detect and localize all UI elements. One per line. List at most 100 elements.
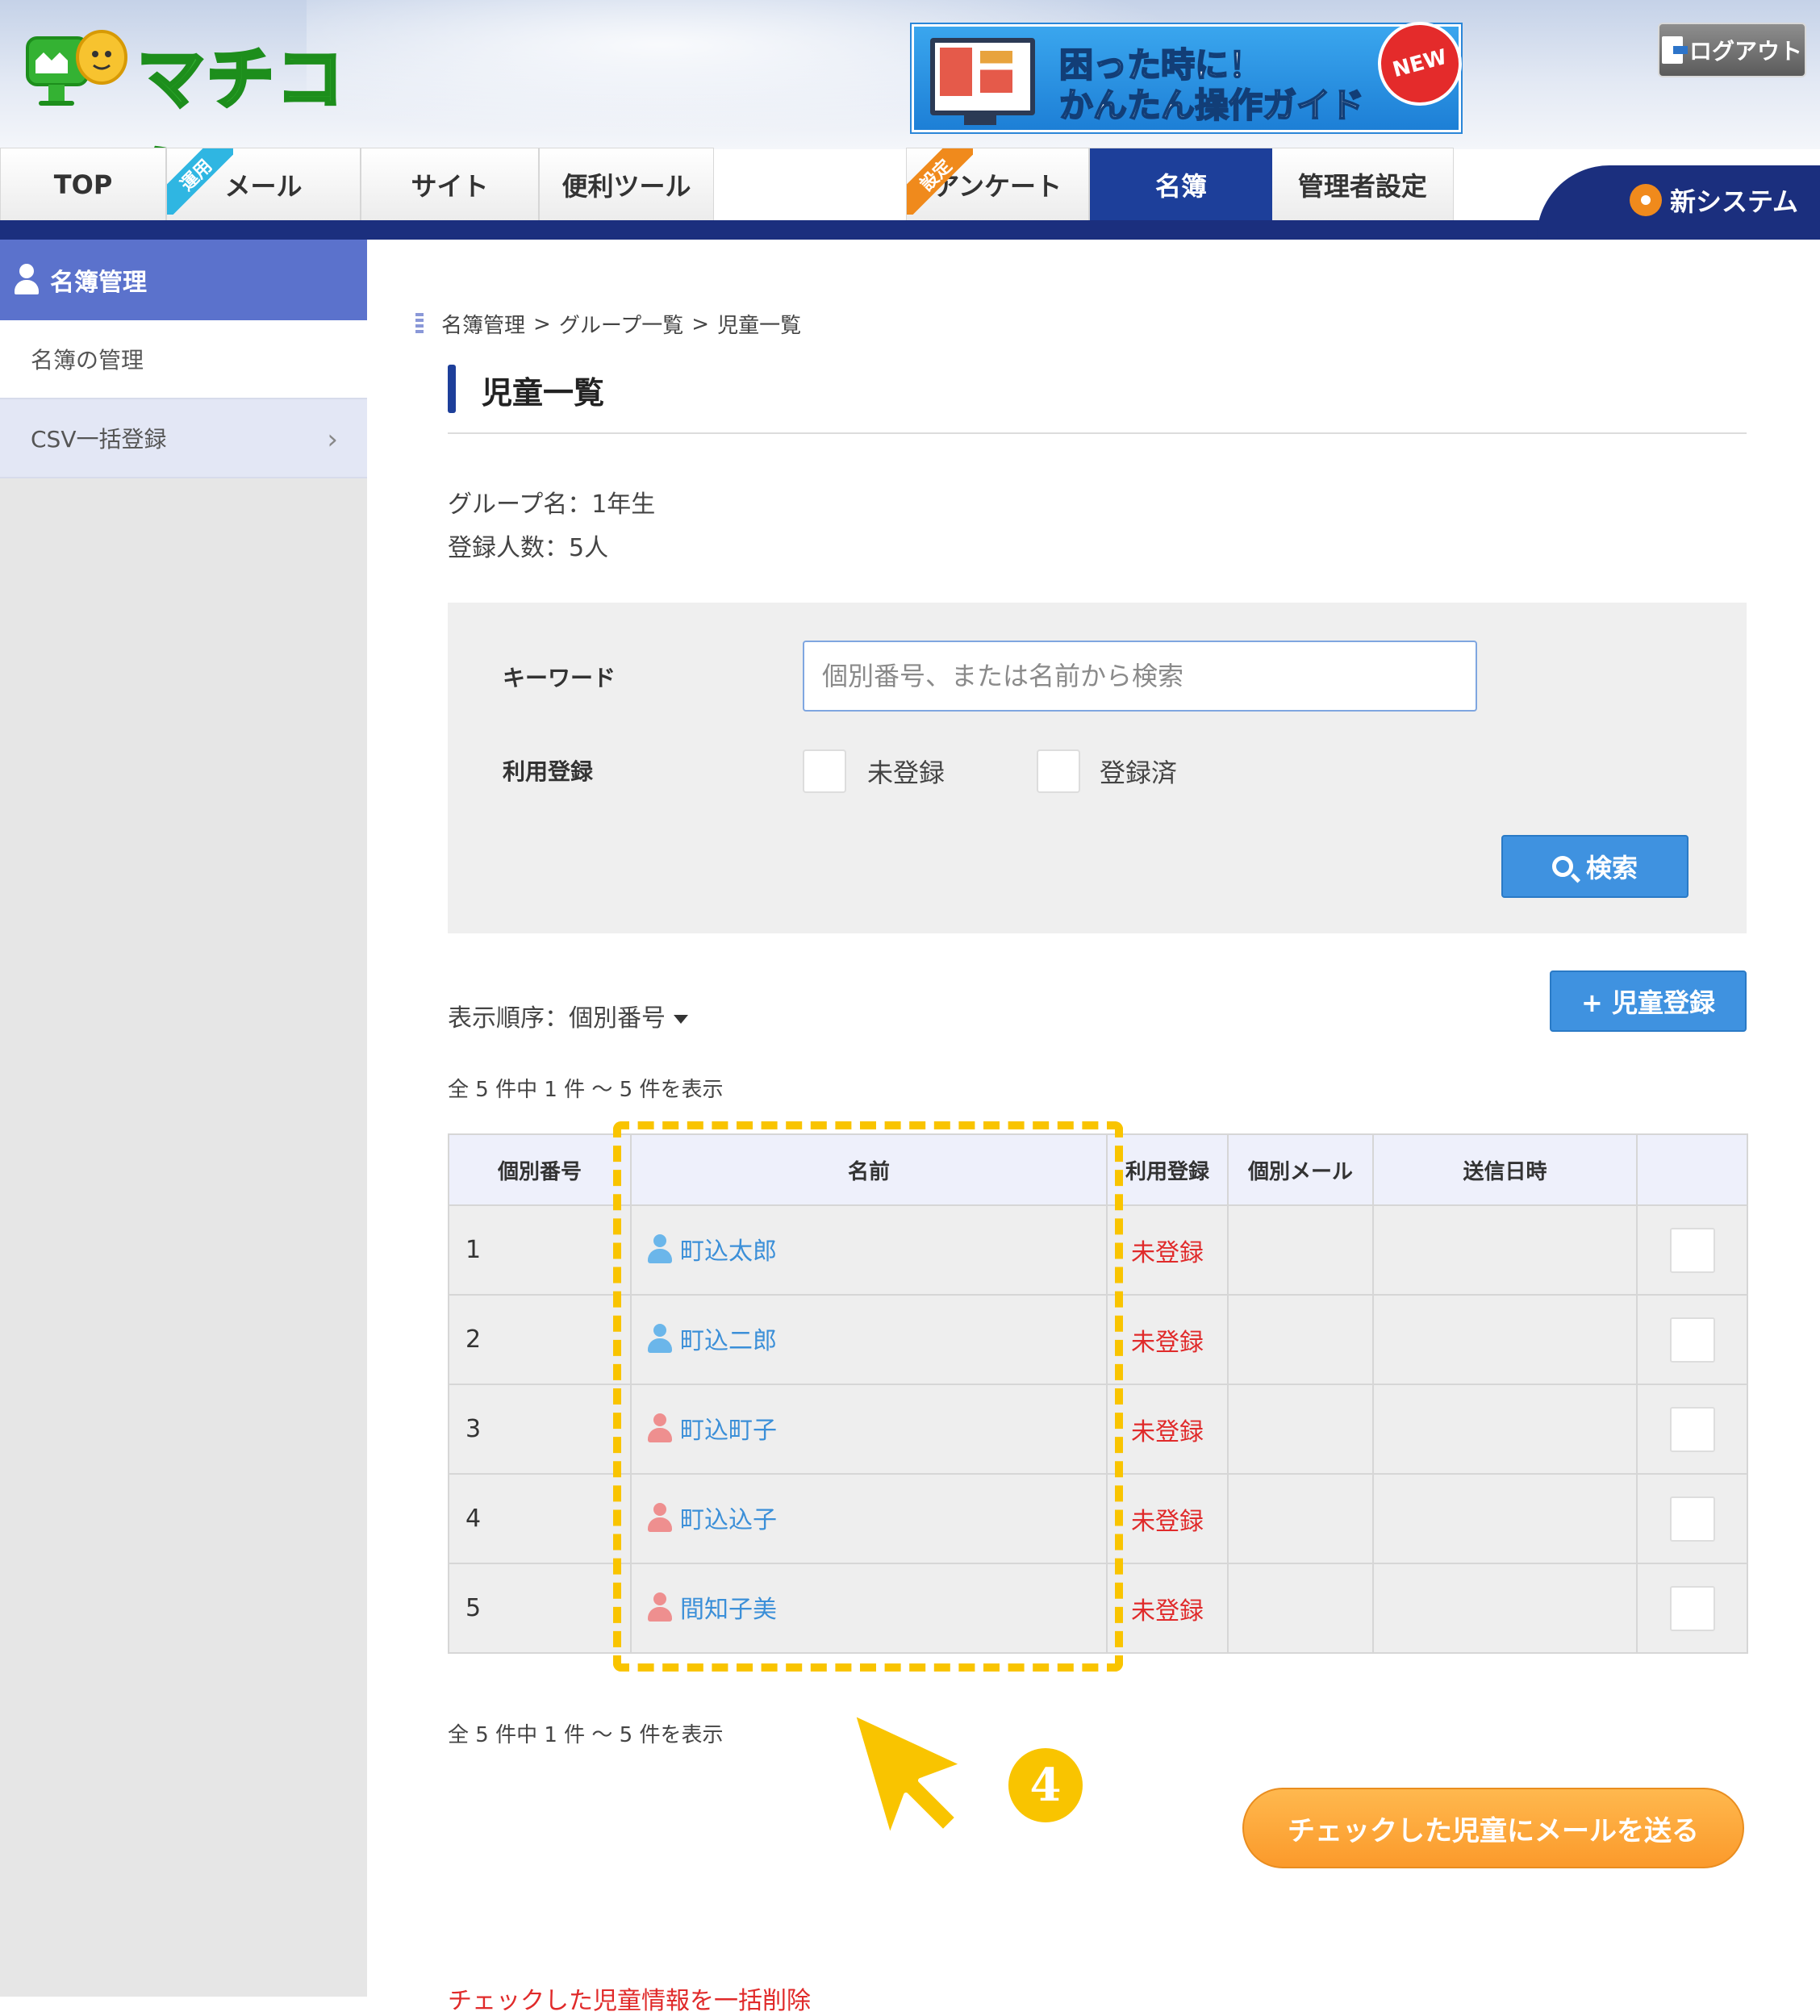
app-logo[interactable]: マチコミ bbox=[24, 20, 403, 149]
sort-order-label: 表示順序：個別番号 bbox=[448, 1004, 666, 1033]
step-number-badge: 4 bbox=[1008, 1748, 1083, 1822]
row-select-checkbox[interactable] bbox=[1669, 1585, 1715, 1631]
cell-number: 4 bbox=[448, 1473, 632, 1564]
cell-name: 間知子美 bbox=[630, 1563, 1108, 1654]
person-icon bbox=[648, 1502, 672, 1532]
breadcrumb-item-roster[interactable]: 名簿管理 bbox=[441, 309, 525, 339]
tab-mail-label: メール bbox=[224, 171, 303, 202]
cell-usage-status: 未登録 bbox=[1106, 1473, 1229, 1564]
sidebar-item-csv-import[interactable]: CSV一括登録 › bbox=[0, 399, 367, 478]
tab-top[interactable]: TOP bbox=[1, 148, 168, 221]
caret-down-icon bbox=[674, 1015, 688, 1024]
student-name-link[interactable]: 町込太郎 bbox=[648, 1231, 777, 1267]
logo-text: マチコミ bbox=[136, 38, 346, 149]
operation-guide-banner[interactable]: 困った時に！ かんたん操作ガイド NEW bbox=[912, 12, 1471, 132]
breadcrumb-item-groups[interactable]: グループ一覧 bbox=[559, 309, 683, 339]
person-icon bbox=[13, 264, 40, 296]
column-header-usage[interactable]: 利用登録 bbox=[1106, 1133, 1229, 1206]
table-row: 1 町込太郎 未登録 bbox=[448, 1204, 1748, 1296]
header: マチコミ 困った時に！ かんたん操作ガイド NEW ログアウト bbox=[0, 0, 1820, 149]
row-select-checkbox[interactable] bbox=[1669, 1317, 1715, 1363]
breadcrumb-separator: > bbox=[691, 311, 710, 336]
registered-checkbox[interactable] bbox=[1037, 749, 1080, 793]
student-name: 町込二郎 bbox=[680, 1326, 777, 1355]
cell-sent-at bbox=[1372, 1294, 1638, 1385]
sort-order-dropdown[interactable]: 表示順序：個別番号 bbox=[448, 998, 688, 1033]
cell-select bbox=[1636, 1384, 1748, 1475]
page-header: 児童一覧 bbox=[448, 365, 1747, 434]
row-select-checkbox[interactable] bbox=[1669, 1406, 1715, 1452]
registered-option-label[interactable]: 登録済 bbox=[1100, 753, 1177, 790]
table-header-row: 個別番号 名前 利用登録 個別メール 送信日時 bbox=[448, 1133, 1748, 1206]
student-name-link[interactable]: 町込町子 bbox=[648, 1410, 777, 1446]
send-mail-to-checked-button[interactable]: チェックした児童にメールを送る bbox=[1242, 1788, 1744, 1868]
registered-count: 登録人数：5人 bbox=[448, 534, 609, 562]
logout-button[interactable]: ログアウト bbox=[1658, 23, 1806, 77]
table-row: 3 町込町子 未登録 bbox=[448, 1384, 1748, 1475]
ribbon-label: 運用 bbox=[167, 148, 234, 215]
sidebar-item-label: CSV一括登録 bbox=[31, 426, 167, 453]
tab-mail[interactable]: 運用 メール bbox=[167, 148, 361, 221]
group-name: グループ名：1年生 bbox=[448, 490, 656, 519]
cell-number: 1 bbox=[448, 1204, 632, 1296]
cell-individual-mail bbox=[1227, 1563, 1374, 1654]
student-name-link[interactable]: 間知子美 bbox=[648, 1589, 777, 1625]
new-badge: NEW bbox=[1368, 12, 1471, 115]
keyword-search-input[interactable] bbox=[803, 641, 1477, 712]
cell-select bbox=[1636, 1473, 1748, 1564]
sidebar-item-roster-management[interactable]: 名簿の管理 bbox=[0, 320, 367, 399]
tab-admin-settings-label: 管理者設定 bbox=[1297, 171, 1427, 202]
student-name-link[interactable]: 町込二郎 bbox=[648, 1321, 777, 1356]
student-name: 町込込子 bbox=[680, 1505, 777, 1534]
cell-select bbox=[1636, 1204, 1748, 1296]
search-panel: キーワード 利用登録 未登録 登録済 検索 bbox=[448, 603, 1747, 933]
cell-name: 町込二郎 bbox=[630, 1294, 1108, 1385]
tab-site[interactable]: サイト bbox=[361, 148, 540, 221]
tab-site-label: サイト bbox=[411, 171, 489, 202]
cell-name: 町込太郎 bbox=[630, 1204, 1108, 1296]
row-select-checkbox[interactable] bbox=[1669, 1227, 1715, 1273]
tab-roster[interactable]: 名簿 bbox=[1090, 148, 1272, 221]
title-accent-bar bbox=[448, 365, 456, 413]
add-student-button[interactable]: + 児童登録 bbox=[1550, 970, 1747, 1032]
main-nav-right: 設定 アンケート 名簿 管理者設定 bbox=[906, 148, 1454, 221]
tab-tools-label: 便利ツール bbox=[561, 171, 691, 202]
bulk-delete-link[interactable]: チェックした児童情報を一括削除 bbox=[448, 1981, 811, 2016]
cell-usage-status: 未登録 bbox=[1106, 1563, 1229, 1654]
tab-tools[interactable]: 便利ツール bbox=[539, 148, 713, 221]
search-button[interactable]: 検索 bbox=[1501, 835, 1689, 898]
column-header-sent-at[interactable]: 送信日時 bbox=[1372, 1133, 1638, 1206]
tab-admin-settings[interactable]: 管理者設定 bbox=[1271, 148, 1453, 221]
tab-survey[interactable]: 設定 アンケート bbox=[907, 148, 1091, 221]
cell-individual-mail bbox=[1227, 1204, 1374, 1296]
keyword-label: キーワード bbox=[503, 665, 616, 691]
cell-individual-mail bbox=[1227, 1384, 1374, 1475]
result-count-bottom: 全 5 件中 1 件 ～ 5 件を表示 bbox=[448, 1723, 724, 1747]
row-select-checkbox[interactable] bbox=[1669, 1496, 1715, 1542]
cell-usage-status: 未登録 bbox=[1106, 1204, 1229, 1296]
new-system-link[interactable]: 新システム bbox=[1630, 182, 1798, 219]
unregistered-option-label[interactable]: 未登録 bbox=[867, 753, 945, 790]
ribbon-operation: 運用 bbox=[167, 148, 234, 215]
column-header-individual-mail[interactable]: 個別メール bbox=[1227, 1133, 1374, 1206]
page-title: 児童一覧 bbox=[482, 375, 605, 411]
chevron-right-icon: › bbox=[327, 424, 338, 456]
unregistered-checkbox[interactable] bbox=[803, 749, 846, 793]
cell-select bbox=[1636, 1294, 1748, 1385]
tab-roster-label: 名簿 bbox=[1154, 171, 1207, 202]
student-name-link[interactable]: 町込込子 bbox=[648, 1500, 777, 1535]
monitor-icon bbox=[930, 38, 1035, 115]
column-header-number[interactable]: 個別番号 bbox=[448, 1133, 632, 1206]
ribbon-label: 設定 bbox=[907, 148, 973, 215]
student-table: 個別番号 名前 利用登録 個別メール 送信日時 1 町込太郎 未登録 2 町込二郎 未登録… bbox=[448, 1133, 1748, 1654]
cell-usage-status: 未登録 bbox=[1106, 1384, 1229, 1475]
column-header-name[interactable]: 名前 bbox=[630, 1133, 1108, 1206]
table-row: 5 間知子美 未登録 bbox=[448, 1563, 1748, 1654]
column-header-select bbox=[1636, 1133, 1748, 1206]
breadcrumb-separator: > bbox=[533, 311, 551, 336]
cell-individual-mail bbox=[1227, 1294, 1374, 1385]
guide-banner-line2: かんたん操作ガイド bbox=[1058, 85, 1365, 126]
gear-icon bbox=[1630, 184, 1662, 216]
search-button-label: 検索 bbox=[1585, 853, 1638, 883]
logout-icon bbox=[1661, 36, 1688, 64]
